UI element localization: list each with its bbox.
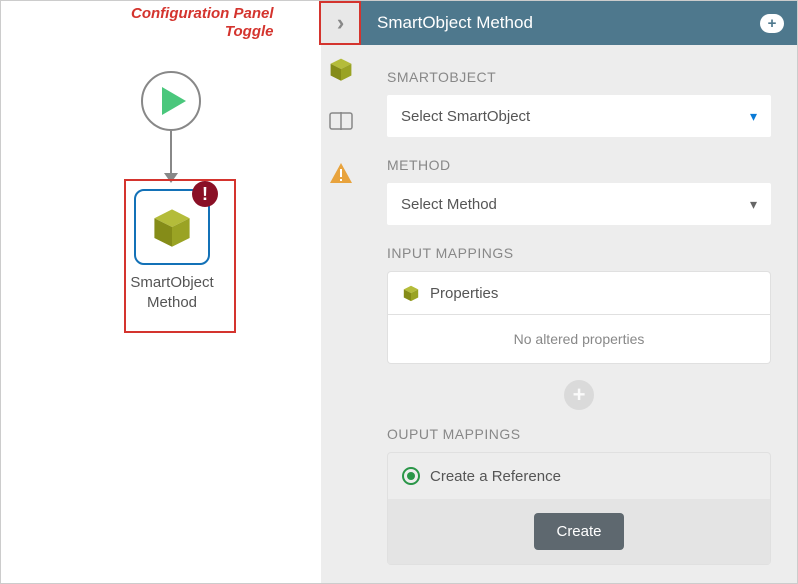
connector bbox=[169, 131, 173, 181]
input-mappings-header[interactable]: Properties bbox=[387, 271, 771, 315]
tab-general[interactable] bbox=[327, 55, 355, 83]
form-area: SMARTOBJECT Select SmartObject ▾ METHOD … bbox=[361, 45, 797, 583]
workflow-canvas: Configuration Panel Toggle ! SmartObject… bbox=[1, 1, 321, 583]
method-dropdown-text: Select Method bbox=[401, 196, 497, 213]
add-mapping-row: + bbox=[387, 364, 771, 420]
connector-line bbox=[170, 131, 172, 175]
output-mappings-section: Create a Reference Create bbox=[387, 452, 771, 565]
chevron-down-icon: ▾ bbox=[750, 108, 757, 125]
panel-title: SmartObject Method bbox=[361, 13, 747, 33]
output-mappings-label: OUPUT MAPPINGS bbox=[387, 426, 771, 442]
cube-icon bbox=[402, 284, 420, 302]
node-label: SmartObject Method bbox=[121, 273, 223, 312]
tab-rename[interactable] bbox=[327, 107, 355, 135]
start-node[interactable] bbox=[141, 71, 201, 131]
smartobject-dropdown[interactable]: Select SmartObject ▾ bbox=[387, 95, 771, 137]
error-badge-icon: ! bbox=[192, 181, 218, 207]
chevron-right-icon: › bbox=[337, 10, 344, 36]
add-mapping-button[interactable]: + bbox=[564, 380, 594, 410]
plus-icon: + bbox=[573, 382, 586, 408]
play-icon bbox=[162, 87, 186, 115]
cube-icon bbox=[150, 205, 194, 249]
panel-header: › SmartObject Method + bbox=[321, 1, 797, 45]
rename-icon bbox=[329, 112, 353, 130]
create-reference-label: Create a Reference bbox=[430, 468, 561, 485]
input-mappings-body: No altered properties bbox=[387, 315, 771, 364]
properties-label: Properties bbox=[430, 285, 498, 302]
smartobject-method-node[interactable]: ! bbox=[134, 189, 210, 265]
cube-icon bbox=[328, 56, 354, 82]
tab-errors[interactable] bbox=[327, 159, 355, 187]
smartobject-section-label: SMARTOBJECT bbox=[387, 69, 771, 85]
configuration-panel: › SmartObject Method + bbox=[321, 1, 797, 583]
radio-icon bbox=[402, 467, 420, 485]
panel-help-button[interactable]: + bbox=[747, 14, 797, 33]
create-reference-radio[interactable]: Create a Reference bbox=[388, 453, 770, 499]
method-dropdown[interactable]: Select Method ▾ bbox=[387, 183, 771, 225]
help-icon: + bbox=[760, 14, 785, 33]
chevron-down-icon: ▾ bbox=[750, 196, 757, 213]
create-button[interactable]: Create bbox=[534, 513, 623, 550]
panel-toggle-button[interactable]: › bbox=[321, 1, 361, 45]
warning-icon bbox=[329, 162, 353, 184]
method-section-label: METHOD bbox=[387, 157, 771, 173]
create-bar: Create bbox=[388, 499, 770, 564]
annotation-label: Configuration Panel Toggle bbox=[131, 5, 274, 41]
input-mappings-label: INPUT MAPPINGS bbox=[387, 245, 771, 261]
tab-strip bbox=[321, 45, 361, 583]
smartobject-dropdown-text: Select SmartObject bbox=[401, 108, 530, 125]
panel-body: SMARTOBJECT Select SmartObject ▾ METHOD … bbox=[321, 45, 797, 583]
